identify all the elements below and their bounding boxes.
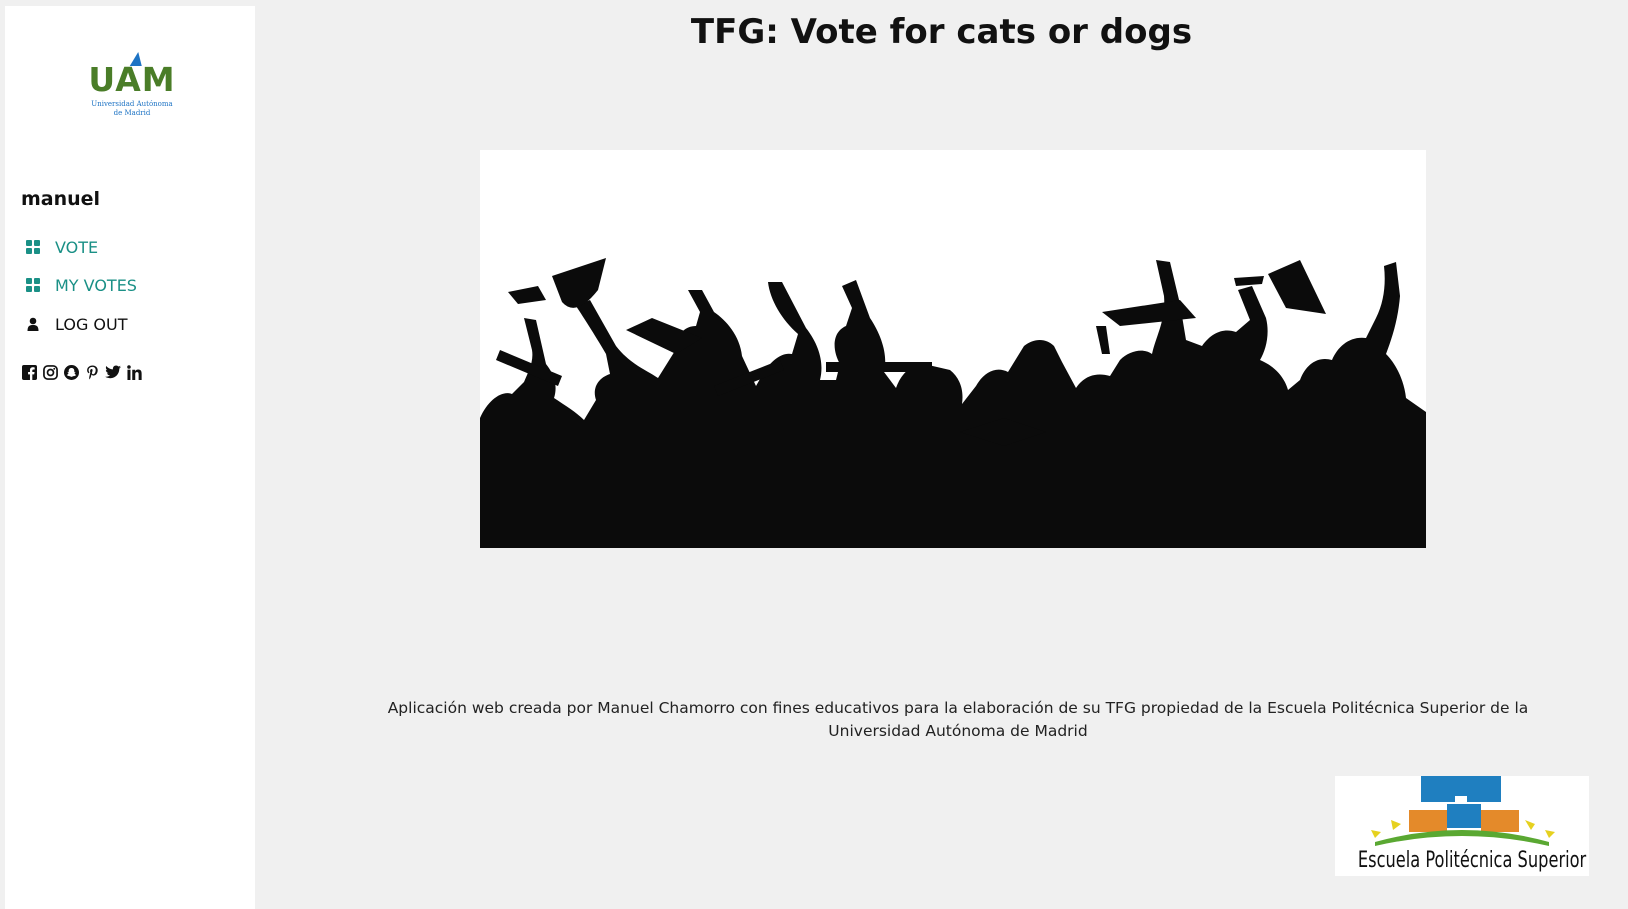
grid-icon (21, 240, 45, 254)
graduation-hero-image (480, 150, 1426, 548)
footer-text: Aplicación web creada por Manuel Chamorr… (387, 699, 1529, 740)
username: manuel (21, 188, 101, 210)
nav-item-log-out[interactable]: LOG OUT (21, 312, 128, 336)
nav-item-my-votes-label: MY VOTES (55, 275, 137, 295)
snapchat-icon[interactable] (63, 364, 79, 380)
linkedin-icon[interactable] (126, 364, 142, 380)
nav-item-my-votes[interactable]: MY VOTES (21, 273, 137, 297)
uam-logo-subtitle: Universidad Autónoma de Madrid (87, 100, 177, 118)
nav-item-log-out-label: LOG OUT (55, 314, 128, 334)
grid-icon (21, 278, 45, 292)
nav-item-vote-label: VOTE (55, 237, 99, 257)
nav-item-vote[interactable]: VOTE (21, 235, 98, 259)
twitter-icon[interactable] (105, 364, 121, 380)
eps-logo-text: Escuela Politécnica Superior (1357, 848, 1587, 873)
pinterest-icon[interactable] (84, 364, 100, 380)
uam-logo[interactable]: UAM Universidad Autónoma de Madrid (87, 44, 177, 124)
user-icon (21, 317, 45, 331)
instagram-icon[interactable] (42, 364, 58, 380)
uam-logo-subtitle-line1: Universidad Autónoma (91, 100, 173, 108)
social-links (21, 364, 142, 380)
uam-logo-subtitle-line2: de Madrid (113, 109, 151, 117)
sidebar: UAM Universidad Autónoma de Madrid manue… (5, 6, 255, 909)
eps-logo[interactable]: Escuela Politécnica Superior (1335, 776, 1589, 876)
facebook-icon[interactable] (21, 364, 37, 380)
page-title: TFG: Vote for cats or dogs (690, 12, 1193, 52)
uam-logo-letters: UAM (88, 60, 176, 99)
